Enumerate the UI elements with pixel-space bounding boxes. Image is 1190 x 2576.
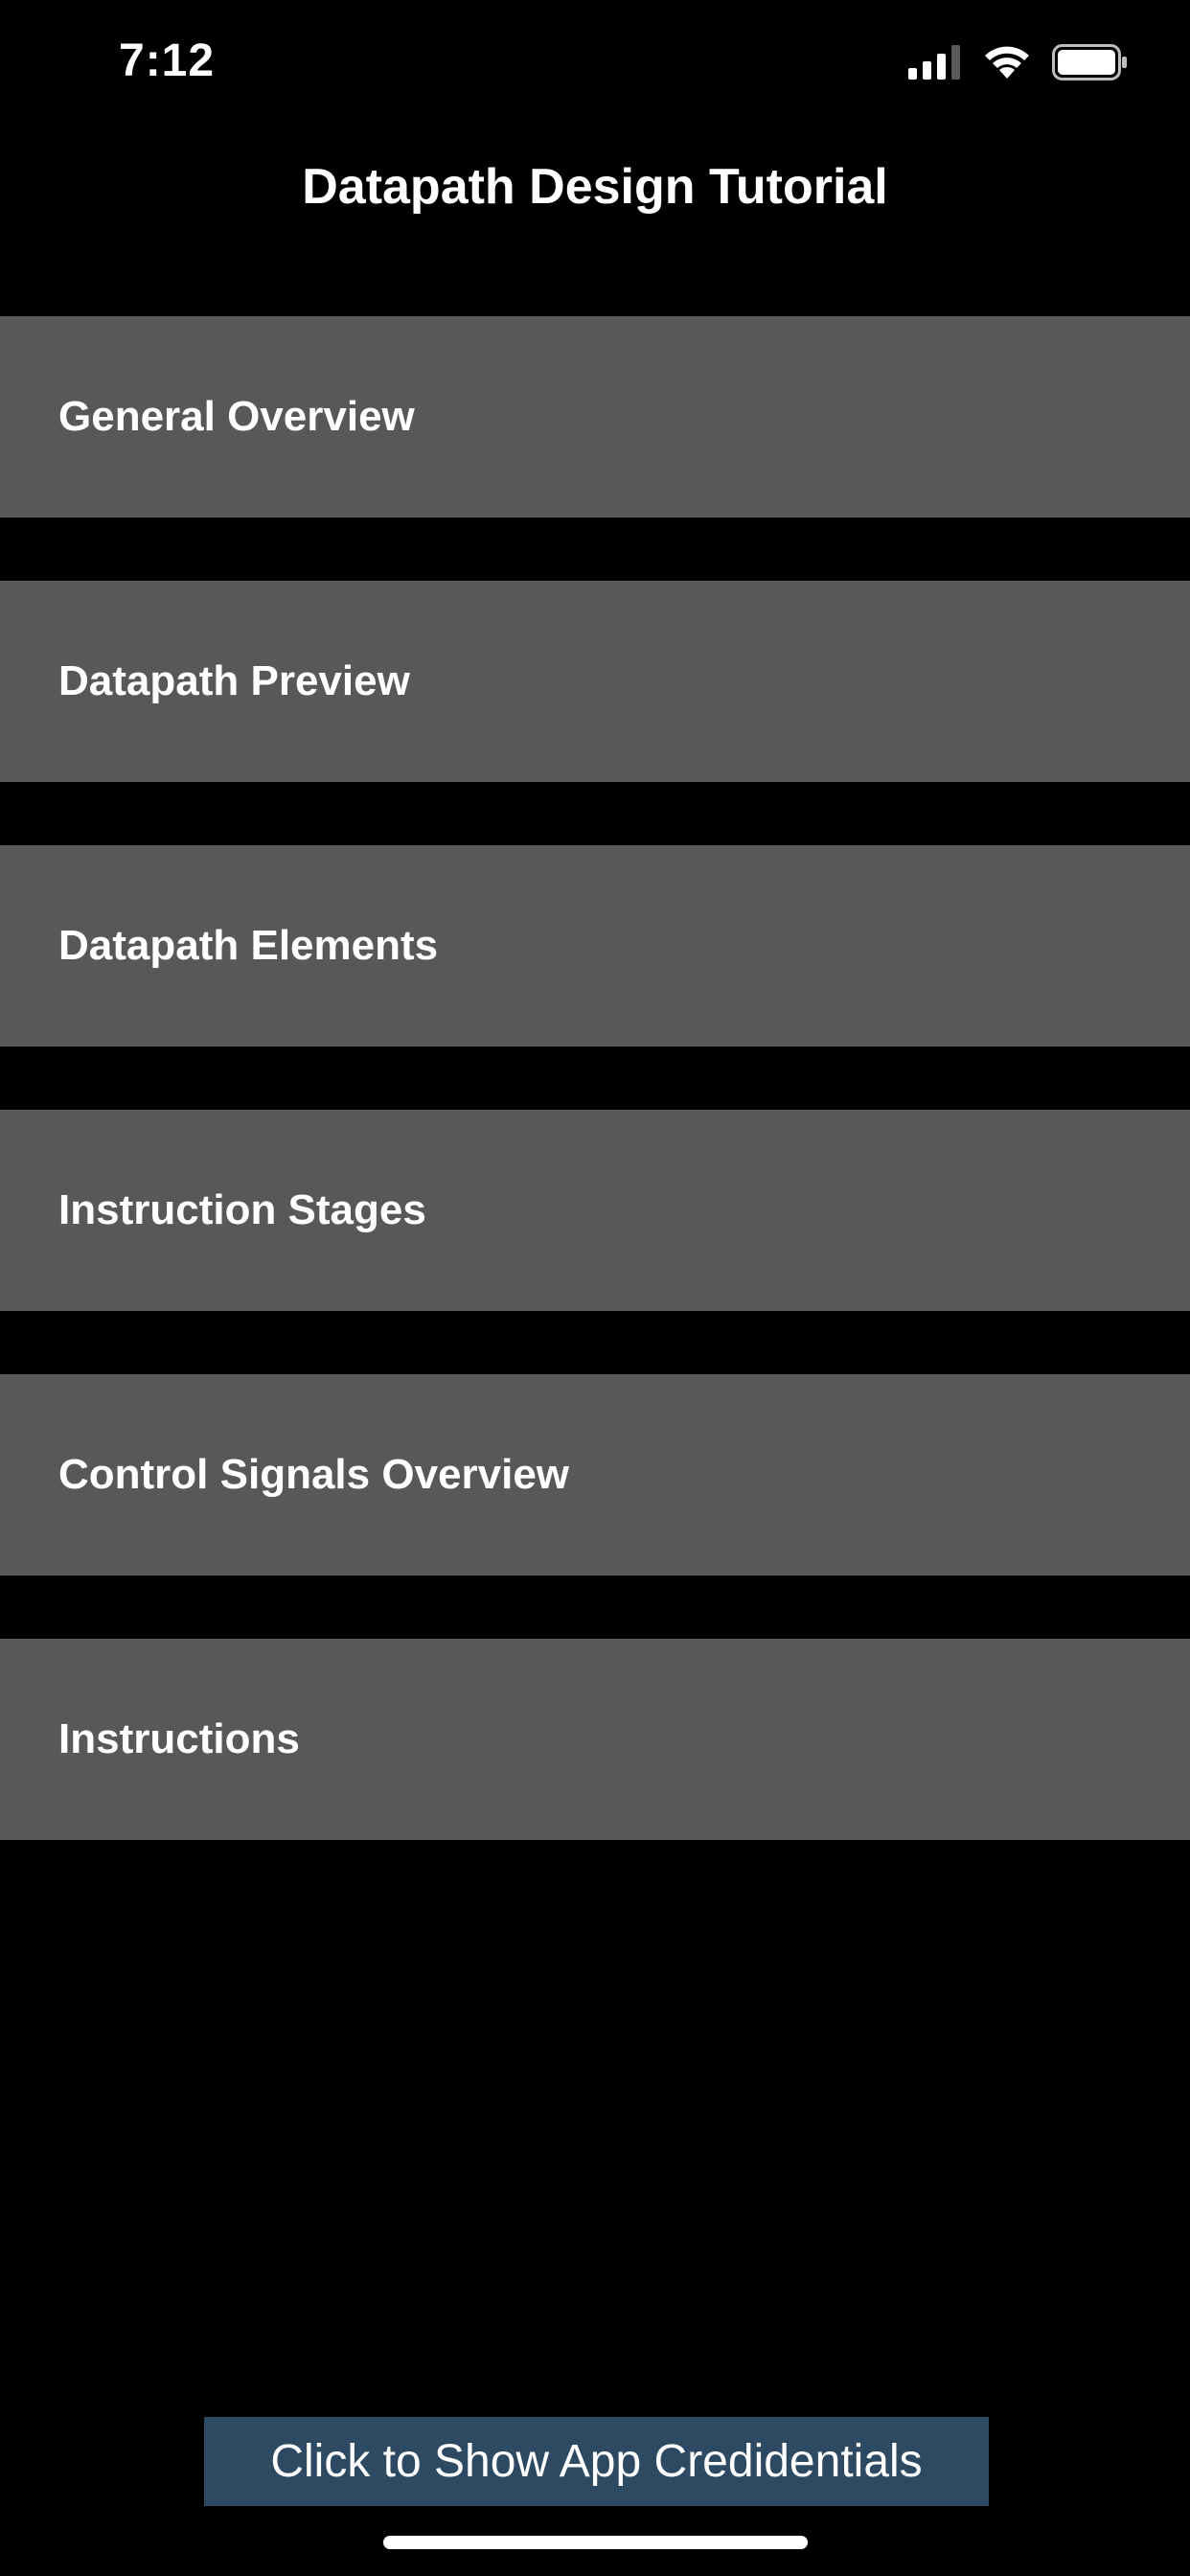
status-time: 7:12 xyxy=(119,35,216,86)
menu-item-label: Datapath Preview xyxy=(58,657,410,704)
menu-item-instructions[interactable]: Instructions xyxy=(0,1639,1190,1840)
page-title: Datapath Design Tutorial xyxy=(302,159,888,215)
tutorial-menu: General Overview Datapath Preview Datapa… xyxy=(0,316,1190,1840)
menu-item-datapath-elements[interactable]: Datapath Elements xyxy=(0,845,1190,1046)
menu-item-label: Datapath Elements xyxy=(58,922,439,969)
status-bar: 7:12 xyxy=(0,0,1190,134)
home-indicator[interactable] xyxy=(383,2536,808,2549)
menu-item-label: General Overview xyxy=(58,393,415,440)
menu-item-control-signals-overview[interactable]: Control Signals Overview xyxy=(0,1374,1190,1576)
menu-item-instruction-stages[interactable]: Instruction Stages xyxy=(0,1110,1190,1311)
menu-item-label: Control Signals Overview xyxy=(58,1451,570,1498)
show-credentials-button[interactable]: Click to Show App Credidentials xyxy=(204,2417,989,2506)
battery-icon xyxy=(1052,44,1129,85)
cellular-signal-icon xyxy=(908,45,962,84)
menu-item-label: Instructions xyxy=(58,1715,300,1762)
menu-item-label: Instruction Stages xyxy=(58,1186,426,1233)
wifi-icon xyxy=(983,44,1031,85)
status-icons xyxy=(908,44,1129,85)
menu-item-datapath-preview[interactable]: Datapath Preview xyxy=(0,581,1190,782)
menu-item-general-overview[interactable]: General Overview xyxy=(0,316,1190,518)
